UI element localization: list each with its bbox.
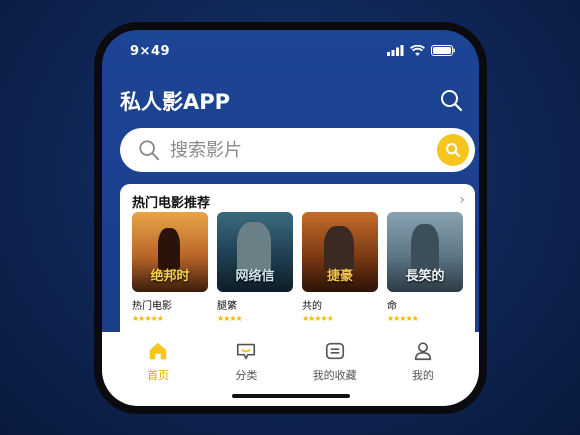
tab-label: 首页 xyxy=(147,369,170,382)
movie-poster[interactable]: 网络信 xyxy=(217,212,293,292)
movie-poster[interactable]: 绝邦时 xyxy=(132,212,208,292)
poster-title: 捷豪 xyxy=(326,269,353,284)
movie-rating: ★★★★★ xyxy=(132,314,164,323)
tab-label: 我的收藏 xyxy=(312,369,357,382)
search-icon xyxy=(446,143,461,158)
movie-item[interactable]: 绝邦时 热门电影 ★★★★★ xyxy=(132,212,208,323)
status-icons xyxy=(387,45,455,56)
movie-name: 腿綮 xyxy=(217,301,237,312)
search-button[interactable] xyxy=(437,134,469,166)
section-title: 热门电影推荐 xyxy=(132,196,211,211)
app-title: 私人影APP xyxy=(120,90,231,114)
favorites-icon xyxy=(325,342,344,360)
tab-label: 分类 xyxy=(235,369,258,382)
battery-icon xyxy=(431,45,455,56)
category-icon xyxy=(237,343,256,360)
app-header: 私人影APP xyxy=(102,80,479,120)
chevron-right-icon[interactable]: › xyxy=(459,192,465,208)
status-time: 9×49 xyxy=(130,44,171,59)
status-bar: 9×49 xyxy=(102,30,479,70)
movie-item[interactable]: 捷豪 共的 ★★★★★ xyxy=(302,212,378,323)
search-icon xyxy=(139,140,160,161)
app-screen: 9×49 私人影APP 搜索影片 热门电影推荐 › 绝邦时 热门电影 ★★★★★… xyxy=(102,30,479,406)
home-indicator xyxy=(232,394,350,398)
search-input[interactable] xyxy=(170,139,410,161)
movie-name: 命 xyxy=(387,301,397,312)
movie-name: 共的 xyxy=(302,301,322,312)
movie-item[interactable]: 网络信 腿綮 ★★★★ xyxy=(217,212,293,323)
tab-profile[interactable]: 我的 xyxy=(383,332,463,406)
profile-icon xyxy=(414,342,432,361)
movie-item[interactable]: 長笑的 命 ★★★★★ xyxy=(387,212,463,323)
signal-icon xyxy=(387,45,404,56)
movie-poster[interactable]: 捷豪 xyxy=(302,212,378,292)
poster-title: 長笑的 xyxy=(405,269,445,284)
poster-title: 网络信 xyxy=(235,269,275,284)
wifi-icon xyxy=(410,45,425,56)
movie-name: 热门电影 xyxy=(132,301,172,312)
tab-label: 我的 xyxy=(411,369,434,382)
movie-rating: ★★★★★ xyxy=(302,314,334,323)
home-icon xyxy=(149,342,167,360)
search-icon[interactable] xyxy=(439,88,463,112)
movie-rating: ★★★★★ xyxy=(387,314,419,323)
movie-rating: ★★★★ xyxy=(217,314,243,323)
tab-home[interactable]: 首页 xyxy=(118,332,198,406)
movie-list: 绝邦时 热门电影 ★★★★★ 网络信 腿綮 ★★★★ 捷豪 共的 ★★★★★ 長… xyxy=(132,212,463,323)
poster-title: 绝邦时 xyxy=(150,269,190,284)
movie-poster[interactable]: 長笑的 xyxy=(387,212,463,292)
phone-frame: 9×49 私人影APP 搜索影片 热门电影推荐 › 绝邦时 热门电影 ★★★★★… xyxy=(94,22,487,414)
search-bar[interactable] xyxy=(120,128,475,172)
